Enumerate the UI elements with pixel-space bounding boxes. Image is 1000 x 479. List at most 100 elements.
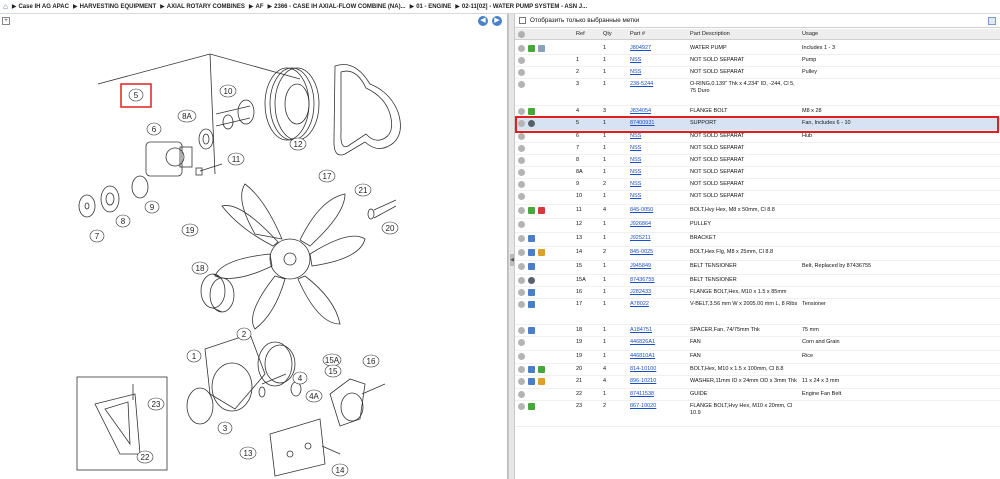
table-row[interactable]: 1 J804927 WATER PUMP Includes 1 - 3 <box>515 43 1000 55</box>
callout-9[interactable]: 9 <box>144 200 160 214</box>
row-part-number[interactable]: J925211 <box>630 235 651 242</box>
table-row[interactable]: 10 1 NSS NOT SOLD SEPARAT <box>515 191 1000 205</box>
row-info-icon[interactable] <box>518 221 525 228</box>
callout-16[interactable]: 16 <box>362 354 380 368</box>
row-info-icon[interactable] <box>518 57 525 64</box>
panel-splitter[interactable]: ◀ <box>508 14 515 479</box>
row-part-number[interactable]: 845-0050 <box>630 207 653 214</box>
row-info-icon[interactable] <box>518 133 525 140</box>
row-info-icon[interactable] <box>518 181 525 188</box>
table-row[interactable]: 14 2 845-0025 BOLT,Hex Flg, M8 x 25mm, Cl 8… <box>515 247 1000 261</box>
row-info-icon[interactable] <box>518 366 525 373</box>
column-usage[interactable]: Usage <box>802 31 818 37</box>
row-part-number[interactable]: NSS <box>630 193 641 200</box>
callout-21[interactable]: 21 <box>354 183 372 197</box>
row-part-number[interactable]: 896-10210 <box>630 378 656 385</box>
callout-8A[interactable]: 8A <box>177 109 197 123</box>
breadcrumb-item[interactable]: 02-11[02] - WATER PUMP SYSTEM - ASN J... <box>462 4 587 10</box>
row-info-icon[interactable] <box>518 289 525 296</box>
row-info-icon[interactable] <box>518 378 525 385</box>
replace-icon[interactable] <box>528 366 535 373</box>
row-part-number[interactable]: NSS <box>630 157 641 164</box>
replace-icon[interactable] <box>528 263 535 270</box>
replace-icon[interactable] <box>528 301 535 308</box>
row-part-number[interactable]: NSS <box>630 133 641 140</box>
assembly-icon[interactable] <box>528 277 535 284</box>
row-info-icon[interactable] <box>518 327 525 334</box>
row-info-icon[interactable] <box>518 169 525 176</box>
row-part-number[interactable]: J945849 <box>630 263 651 270</box>
wrench-icon[interactable] <box>538 45 545 52</box>
add-to-cart-icon[interactable] <box>538 366 545 373</box>
row-part-number[interactable]: 814-10100 <box>630 366 656 373</box>
table-row[interactable]: 20 4 814-10100 BOLT,Hex, M10 x 1.5 x 100mm,… <box>515 364 1000 376</box>
row-part-number[interactable]: A184751 <box>630 327 652 334</box>
callout-15A[interactable]: 15A <box>322 353 342 367</box>
row-part-number[interactable]: 845-0025 <box>630 249 653 256</box>
row-info-icon[interactable] <box>518 157 525 164</box>
home-icon[interactable]: ⌂ <box>3 2 8 11</box>
row-part-number[interactable]: NSS <box>630 57 641 64</box>
callout-4[interactable]: 4 <box>292 371 308 385</box>
table-row[interactable]: 9 2 NSS NOT SOLD SEPARAT <box>515 179 1000 191</box>
table-row[interactable]: 12 1 J926864 PULLEY <box>515 219 1000 233</box>
row-part-number[interactable]: NSS <box>630 181 641 188</box>
table-row[interactable]: 19 1 446826A1 FAN Corn and Grain <box>515 337 1000 351</box>
table-row[interactable]: 1 1 NSS NOT SOLD SEPARAT Pump <box>515 55 1000 67</box>
callout-4A[interactable]: 4A <box>305 389 323 403</box>
row-info-icon[interactable] <box>518 81 525 88</box>
callout-11[interactable]: 11 <box>227 152 245 166</box>
row-info-icon[interactable] <box>518 235 525 242</box>
table-row[interactable]: 8A 1 NSS NOT SOLD SEPARAT <box>515 167 1000 179</box>
callout-23[interactable]: 23 <box>147 397 165 411</box>
add-to-cart-icon[interactable] <box>528 108 535 115</box>
row-part-number[interactable]: 446826A1 <box>630 339 655 346</box>
replace-icon[interactable] <box>528 235 535 242</box>
callout-7[interactable]: 7 <box>89 229 105 243</box>
callout-18[interactable]: 18 <box>191 261 209 275</box>
breadcrumb-item[interactable]: AF <box>256 4 264 10</box>
table-row[interactable]: 15 1 J945849 BELT TENSIONER Belt, Replaced b… <box>515 261 1000 275</box>
row-info-icon[interactable] <box>518 339 525 346</box>
callout-2[interactable]: 2 <box>236 327 252 341</box>
column-ref[interactable]: Ref <box>576 31 585 37</box>
row-info-icon[interactable] <box>518 277 525 284</box>
row-part-number[interactable]: J926864 <box>630 221 651 228</box>
breadcrumb-item[interactable]: 01 - ENGINE <box>416 4 451 10</box>
breadcrumb-item[interactable]: AXIAL ROTARY COMBINES <box>167 4 245 10</box>
package-icon[interactable] <box>538 249 545 256</box>
add-to-cart-icon[interactable] <box>528 45 535 52</box>
row-info-icon[interactable] <box>518 391 525 398</box>
table-row[interactable]: 17 1 A78022 V-BELT,3.56 mm W x 2005.00 mm L… <box>515 299 1000 325</box>
row-info-icon[interactable] <box>518 301 525 308</box>
row-part-number[interactable]: 238-5244 <box>630 81 653 88</box>
row-info-icon[interactable] <box>518 207 525 214</box>
column-description[interactable]: Part Description <box>690 31 730 37</box>
row-part-number[interactable]: A78022 <box>630 301 649 308</box>
table-row[interactable]: 15A 1 87436755 BELT TENSIONER <box>515 275 1000 287</box>
row-part-number[interactable]: NSS <box>630 169 641 176</box>
replace-icon[interactable] <box>528 327 535 334</box>
row-part-number[interactable]: 867-10020 <box>630 403 656 410</box>
table-row[interactable]: 11 4 845-0050 BOLT,Hvy Hex, M8 x 50mm, Cl 8… <box>515 205 1000 219</box>
row-part-number[interactable]: J282433 <box>630 289 651 296</box>
row-part-number[interactable]: 87411538 <box>630 391 654 398</box>
row-part-number[interactable]: 446810A1 <box>630 353 655 360</box>
row-info-icon[interactable] <box>518 45 525 52</box>
add-to-cart-icon[interactable] <box>528 403 535 410</box>
callout-8[interactable]: 8 <box>115 214 131 228</box>
row-info-icon[interactable] <box>518 145 525 152</box>
callout-20[interactable]: 20 <box>381 221 399 235</box>
table-row[interactable]: 22 1 87411538 GUIDE Engine Fan Belt <box>515 389 1000 401</box>
row-part-number[interactable]: J834054 <box>630 108 651 115</box>
callout-6[interactable]: 6 <box>146 122 162 136</box>
callout-3[interactable]: 3 <box>217 421 233 435</box>
row-part-number[interactable]: NSS <box>630 145 641 152</box>
replace-icon[interactable] <box>528 249 535 256</box>
replace-icon[interactable] <box>528 289 535 296</box>
package-icon[interactable] <box>538 378 545 385</box>
table-row[interactable]: 3 1 238-5244 O-RING,0.139" Thk x 4.234" ID,… <box>515 79 1000 106</box>
table-row[interactable]: 2 1 NSS NOT SOLD SEPARAT Pulley <box>515 67 1000 79</box>
callout-19[interactable]: 19 <box>181 223 199 237</box>
table-row[interactable]: 18 1 A184751 SPACER,Fan, 74/75mm Thk 75 mm <box>515 325 1000 337</box>
